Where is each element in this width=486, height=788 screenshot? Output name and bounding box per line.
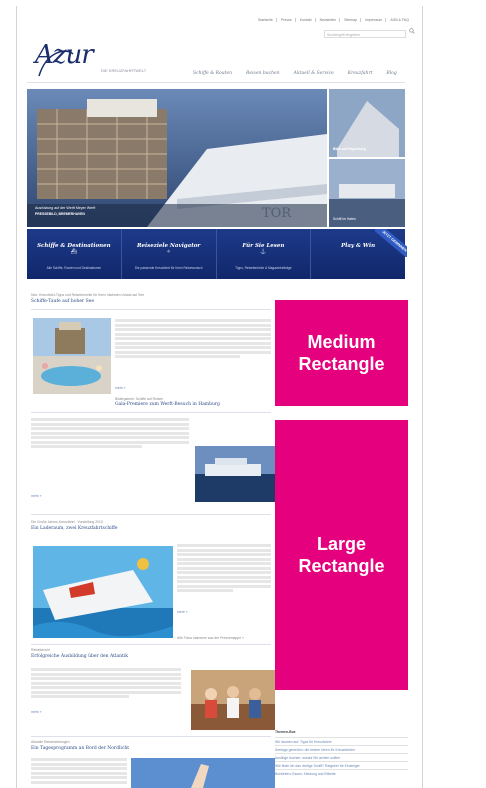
top-nav-item[interactable]: Newsletter bbox=[320, 18, 341, 22]
feature-nav-sub: Tipps, Reiseberichte & Magazinbeiträge bbox=[235, 266, 292, 270]
page: Startseite Presse Kontakt Newsletter Sit… bbox=[16, 6, 423, 788]
hero-thumb-caption: Blick auf Papenburg bbox=[333, 147, 366, 151]
article-kicker: Aktuelle Reisemeldungen bbox=[31, 740, 70, 744]
article-kicker: Reisebericht bbox=[31, 648, 50, 652]
main-nav: Schiffe & Routen Reisen buchen Aktuell &… bbox=[193, 71, 397, 76]
top-nav-item[interactable]: Startseite bbox=[258, 18, 277, 22]
promo-ribbon-label: JETZT GEWINNEN bbox=[375, 229, 407, 257]
article-text bbox=[31, 668, 181, 700]
main-nav-item[interactable]: Reisen buchen bbox=[246, 71, 280, 76]
top-nav-item[interactable]: Sitemap bbox=[344, 18, 361, 22]
article-text bbox=[31, 418, 189, 450]
gallery-caption: Bildergalerie: Schiffe auf Reisen bbox=[115, 397, 164, 401]
more-link[interactable]: mehr » bbox=[177, 610, 188, 614]
top-nav: Startseite Presse Kontakt Newsletter Sit… bbox=[258, 18, 412, 22]
article-photo-people bbox=[191, 670, 275, 730]
hero-caption-sub: PRESSEBILD, BREMERHAVEN bbox=[35, 212, 85, 216]
article-photo-sky bbox=[131, 758, 275, 788]
feature-nav-item[interactable]: Play & Win JETZT GEWINNEN bbox=[311, 229, 407, 279]
article-text bbox=[31, 758, 127, 785]
article-kicker: Die Große Jahres-Kreuzfahrt · Vorstellun… bbox=[31, 520, 103, 524]
top-nav-item[interactable]: Impressum bbox=[365, 18, 387, 22]
article-photo-harbor bbox=[195, 446, 275, 502]
ad-label: Medium Rectangle bbox=[298, 332, 385, 374]
ad-large-rectangle[interactable]: Large Rectangle bbox=[275, 420, 408, 690]
top-nav-item[interactable]: AGB & FAQ bbox=[390, 18, 412, 22]
ad-label: Large Rectangle bbox=[298, 534, 385, 576]
article-text bbox=[115, 319, 271, 360]
feature-nav-sub: Alle Schiffe, Routen und Destinationen bbox=[46, 266, 102, 270]
article-title[interactable]: Ein Tagesprogramm an Bord der Nordlicht bbox=[31, 746, 129, 751]
article-title[interactable]: Gala-Premiere zum Werft-Besuch in Hambur… bbox=[115, 402, 220, 407]
ad-medium-rectangle[interactable]: Medium Rectangle bbox=[275, 300, 408, 406]
sidebar-link[interactable]: Wir räumen auf: Tipps für Kreuzfahrer bbox=[275, 737, 408, 745]
promo-ribbon[interactable]: JETZT GEWINNEN bbox=[375, 229, 407, 257]
article-title[interactable]: Ein Laderaum, zwei Kreuzfahrtschiffe bbox=[31, 526, 118, 531]
more-link[interactable]: mehr » bbox=[31, 494, 42, 498]
logo-subtitle: DIE KREUZFAHRTWELT bbox=[101, 68, 147, 73]
feature-nav-item[interactable]: Schiffe & Destinationen ⛴ Alle Schiffe, … bbox=[27, 229, 122, 279]
sidebar-link[interactable]: Ausflüge buchen: worauf Sie achten sollt… bbox=[275, 753, 408, 761]
hero-thumb-caption: Schiff im Hafen bbox=[333, 217, 356, 221]
intro-text: Neu: Kreuzfahrt-Tipps und Reiseberichte … bbox=[31, 293, 145, 297]
sidebar-link[interactable]: Wie finde ich das richtige Schiff? Ratge… bbox=[275, 761, 408, 769]
article-illustration-ship bbox=[33, 546, 173, 638]
main-nav-item[interactable]: Blog bbox=[386, 71, 396, 76]
search-icon[interactable] bbox=[409, 28, 415, 34]
hero-banner[interactable]: TOR Ausrüstung auf der Werft Meyer Werft… bbox=[27, 89, 405, 227]
article-photo-ship-deck bbox=[33, 318, 111, 394]
sidebar-heading: Themen-Box bbox=[275, 730, 296, 734]
main-nav-item[interactable]: Schiffe & Routen bbox=[193, 71, 232, 76]
sidebar-link[interactable]: Seetage genießen: die besten Ideen für K… bbox=[275, 745, 408, 753]
more-link[interactable]: mehr » bbox=[115, 386, 126, 390]
main-nav-item[interactable]: Kreuzfahrt bbox=[348, 71, 373, 76]
more-link[interactable]: mehr » bbox=[31, 710, 42, 714]
sidebar-topic-list: Themen-Box Wir räumen auf: Tipps für Kre… bbox=[275, 730, 408, 777]
search-input[interactable]: Suchbegriff eingeben bbox=[324, 30, 406, 38]
feature-nav-item[interactable]: Reiseziele Navigator ✧ Die passende Kreu… bbox=[122, 229, 217, 279]
top-nav-item[interactable]: Presse bbox=[281, 18, 296, 22]
hero-caption: Ausrüstung auf der Werft Meyer Werft bbox=[35, 206, 96, 210]
article-aside[interactable]: Alle Fotos stammen aus der Pressemappe » bbox=[177, 636, 244, 640]
article-title[interactable]: Erfolgreiche Ausbildung über den Atlanti… bbox=[31, 654, 128, 659]
anchor-icon: ⚓ bbox=[260, 249, 267, 255]
article-text bbox=[177, 544, 271, 594]
compass-icon: ✧ bbox=[166, 249, 171, 255]
article-title[interactable]: Schiffe-Taufe auf hoher See bbox=[31, 299, 94, 304]
main-nav-item[interactable]: Aktuell & Service bbox=[294, 71, 334, 76]
feature-nav-bar: Schiffe & Destinationen ⛴ Alle Schiffe, … bbox=[27, 229, 407, 279]
sidebar-link[interactable]: Bordleben: Essen, Kleidung und Etikette bbox=[275, 769, 408, 777]
top-nav-item[interactable]: Kontakt bbox=[300, 18, 316, 22]
ship-icon: ⛴ bbox=[70, 249, 78, 255]
logo-swoosh-icon bbox=[38, 50, 74, 77]
feature-nav-item[interactable]: Für Sie Lesen ⚓ Tipps, Reiseberichte & M… bbox=[217, 229, 312, 279]
feature-nav-sub: Die passende Kreuzfahrt für Ihren Reisew… bbox=[134, 266, 203, 270]
